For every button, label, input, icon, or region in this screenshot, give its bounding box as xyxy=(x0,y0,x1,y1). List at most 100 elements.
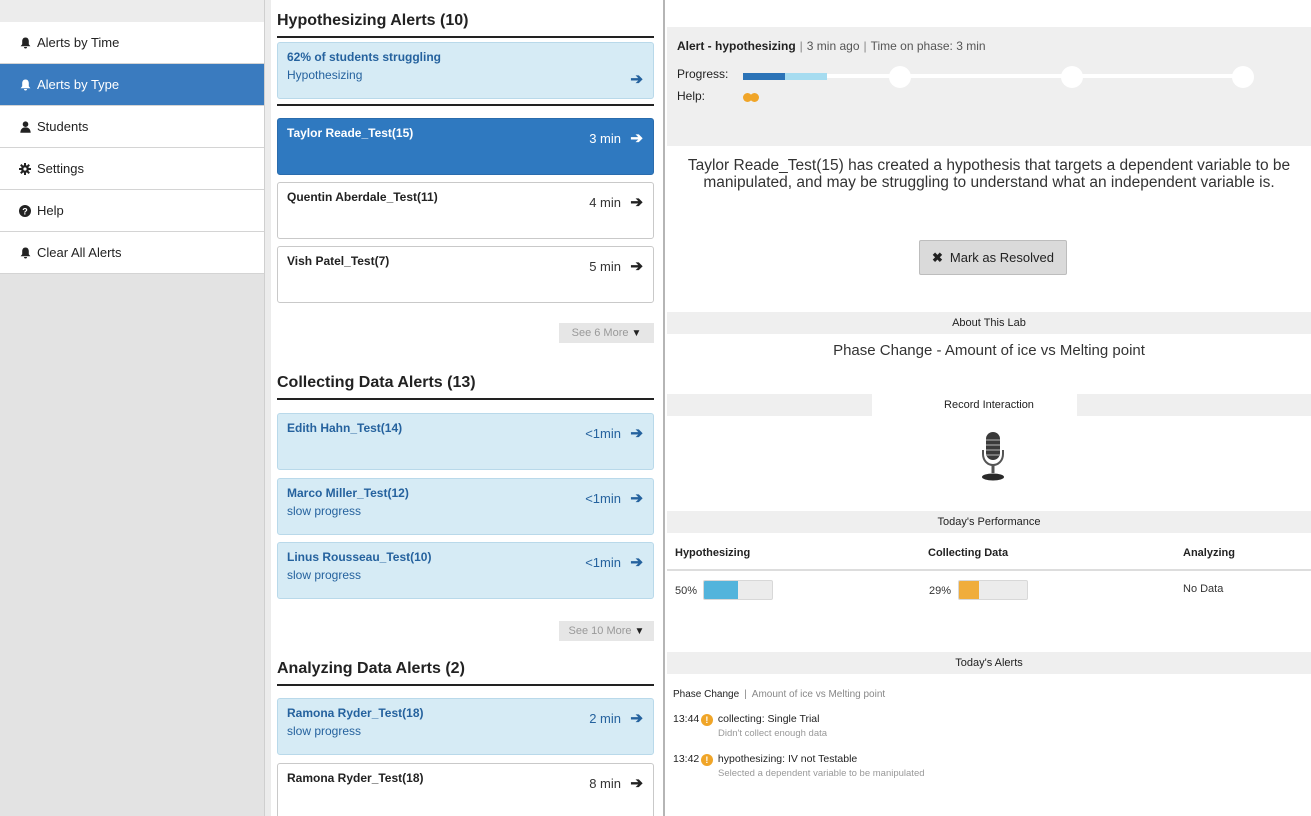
gear-icon xyxy=(18,162,32,175)
alert-time: <1min xyxy=(585,491,621,506)
arrow-right-icon: ➔ xyxy=(630,710,643,727)
alert-card-ramona-ryder[interactable]: Ramona Ryder_Test(18) slow progress 2 mi… xyxy=(277,698,654,755)
perf-value-analyzing: No Data xyxy=(1183,583,1224,595)
sidebar-item-settings[interactable]: Settings xyxy=(0,148,264,190)
perf-value-hypothesizing: 50% xyxy=(675,585,698,597)
progress-fill-complete xyxy=(743,73,785,80)
alert-time: <1min xyxy=(585,426,621,441)
arrow-right-icon: ➔ xyxy=(630,490,643,507)
sidebar-item-label: Alerts by Type xyxy=(37,77,120,92)
see-more-label: See 6 More xyxy=(571,327,629,339)
sidebar-item-help[interactable]: ? Help xyxy=(0,190,264,232)
alert-message: Taylor Reade_Test(15) has created a hypo… xyxy=(687,157,1291,191)
perf-value-collecting: 29% xyxy=(929,585,952,597)
arrow-right-icon: ➔ xyxy=(630,194,643,211)
alert-subtitle: slow progress xyxy=(287,724,362,738)
resolve-label: Mark as Resolved xyxy=(949,250,1054,265)
todays-alert-item[interactable]: 13:42 ! hypothesizing: IV not Testable xyxy=(673,753,857,766)
chevron-down-icon: ▼ xyxy=(634,625,645,637)
arrow-right-icon: ➔ xyxy=(630,554,643,571)
sidebar-item-clear-all-alerts[interactable]: Clear All Alerts xyxy=(0,232,264,274)
todays-alerts-header: Today's Alerts xyxy=(667,652,1311,674)
alert-card-vish-patel[interactable]: Vish Patel_Test(7) 5 min ➔ xyxy=(277,246,654,303)
sidebar-item-alerts-by-time[interactable]: Alerts by Time xyxy=(0,22,264,64)
bell-icon xyxy=(18,37,32,49)
sidebar-top-strip xyxy=(0,0,264,22)
arrow-right-icon: ➔ xyxy=(630,258,643,275)
bell-icon xyxy=(18,79,32,91)
record-interaction-header: Record Interaction xyxy=(667,394,1311,416)
alert-card-quentin-aberdale[interactable]: Quentin Aberdale_Test(11) 4 min ➔ xyxy=(277,182,654,239)
see-more-label: See 10 More xyxy=(568,625,632,637)
progress-milestone xyxy=(889,66,911,88)
chevron-down-icon: ▼ xyxy=(631,327,642,339)
alert-item-text: collecting: Single Trial xyxy=(717,713,820,725)
alert-card-marco-miller[interactable]: Marco Miller_Test(12) slow progress <1mi… xyxy=(277,478,654,535)
alert-time: 8 min xyxy=(589,776,621,791)
lab-name: Phase Change - Amount of ice vs Melting … xyxy=(833,342,1145,359)
alert-time: 4 min xyxy=(589,195,621,210)
see-more-collecting-button[interactable]: See 10 More ▼ xyxy=(559,621,654,641)
alert-card-taylor-reade[interactable]: Taylor Reade_Test(15) 3 min ➔ xyxy=(277,118,654,175)
analyzing-alerts-title: Analyzing Data Alerts (2) xyxy=(277,660,654,686)
mark-as-resolved-button[interactable]: ✖ Mark as Resolved xyxy=(919,240,1067,275)
alert-item-subtext: Selected a dependent variable to be mani… xyxy=(718,768,925,779)
alert-card-linus-rousseau[interactable]: Linus Rousseau_Test(10) slow progress <1… xyxy=(277,542,654,599)
alert-time: 5 min xyxy=(589,259,621,274)
help-request-dot xyxy=(750,93,759,102)
sidebar-item-label: Clear All Alerts xyxy=(37,245,122,260)
alert-item-subtext: Didn't collect enough data xyxy=(718,728,828,739)
lab-description: Amount of ice vs Melting point xyxy=(751,689,886,700)
time-on-phase: Time on phase: 3 min xyxy=(870,39,986,53)
alert-subtitle: slow progress xyxy=(287,504,362,518)
arrow-right-icon: ➔ xyxy=(630,130,643,147)
alert-detail-header: Alert - hypothesizing | 3 min ago | Time on … xyxy=(667,27,1311,146)
close-icon: ✖ xyxy=(932,249,943,265)
alert-item-text: hypothesizing: IV not Testable xyxy=(717,753,858,765)
sidebar-item-label: Alerts by Time xyxy=(37,35,120,50)
struggling-summary-card[interactable]: 62% of students struggling Hypothesizing… xyxy=(277,42,654,99)
todays-performance-header: Today's Performance xyxy=(667,511,1311,533)
arrow-right-icon: ➔ xyxy=(630,425,643,442)
about-lab-header: About This Lab xyxy=(667,312,1311,334)
section-divider xyxy=(277,104,654,106)
collecting-alerts-title: Collecting Data Alerts (13) xyxy=(277,374,654,400)
user-icon xyxy=(18,120,32,133)
progress-milestone xyxy=(1232,66,1254,88)
alerts-list-panel: Hypothesizing Alerts (10) 62% of student… xyxy=(264,0,665,816)
perf-bar-collecting xyxy=(958,580,1028,600)
alert-subtitle: slow progress xyxy=(287,568,362,582)
alert-item-time: 13:42 xyxy=(673,753,700,765)
warning-icon: ! xyxy=(700,714,713,726)
alert-item-time: 13:44 xyxy=(673,713,700,725)
sidebar-item-alerts-by-type[interactable]: Alerts by Type xyxy=(0,64,264,106)
svg-text:?: ? xyxy=(22,206,28,216)
bell-icon xyxy=(18,247,32,259)
sidebar-item-label: Help xyxy=(37,203,64,218)
perf-col-hypothesizing: Hypothesizing xyxy=(675,547,751,559)
alert-age: 3 min ago xyxy=(806,39,860,53)
arrow-right-icon: ➔ xyxy=(630,775,643,792)
sidebar-item-label: Students xyxy=(37,119,89,134)
alert-card-edith-hahn[interactable]: Edith Hahn_Test(14) <1min ➔ xyxy=(277,413,654,470)
arrow-right-icon: ➔ xyxy=(630,71,643,88)
question-circle-icon: ? xyxy=(18,204,32,217)
see-more-hypothesizing-button[interactable]: See 6 More ▼ xyxy=(559,323,654,343)
perf-divider xyxy=(667,569,1311,571)
alert-card-ramona-ryder-2[interactable]: Ramona Ryder_Test(18) 8 min ➔ xyxy=(277,763,654,816)
todays-alert-item[interactable]: 13:44 ! collecting: Single Trial xyxy=(673,713,819,726)
sidebar-item-students[interactable]: Students xyxy=(0,106,264,148)
summary-title: 62% of students struggling xyxy=(287,50,442,64)
sidebar: Alerts by Time Alerts by Type Students S… xyxy=(0,0,264,816)
lab-short-name: Phase Change xyxy=(673,689,740,700)
sidebar-item-label: Settings xyxy=(37,161,84,176)
perf-col-collecting: Collecting Data xyxy=(928,547,1009,559)
microphone-icon[interactable] xyxy=(980,430,1006,487)
perf-col-analyzing: Analyzing xyxy=(1183,547,1235,559)
alert-type-label: Alert - hypothesizing xyxy=(677,39,796,53)
summary-subtitle: Hypothesizing xyxy=(287,68,363,82)
alert-time: 2 min xyxy=(589,711,621,726)
perf-bar-fill xyxy=(959,581,979,599)
alert-detail-panel: Alert - hypothesizing | 3 min ago | Time on … xyxy=(667,0,1311,816)
progress-label: Progress: xyxy=(677,67,729,81)
